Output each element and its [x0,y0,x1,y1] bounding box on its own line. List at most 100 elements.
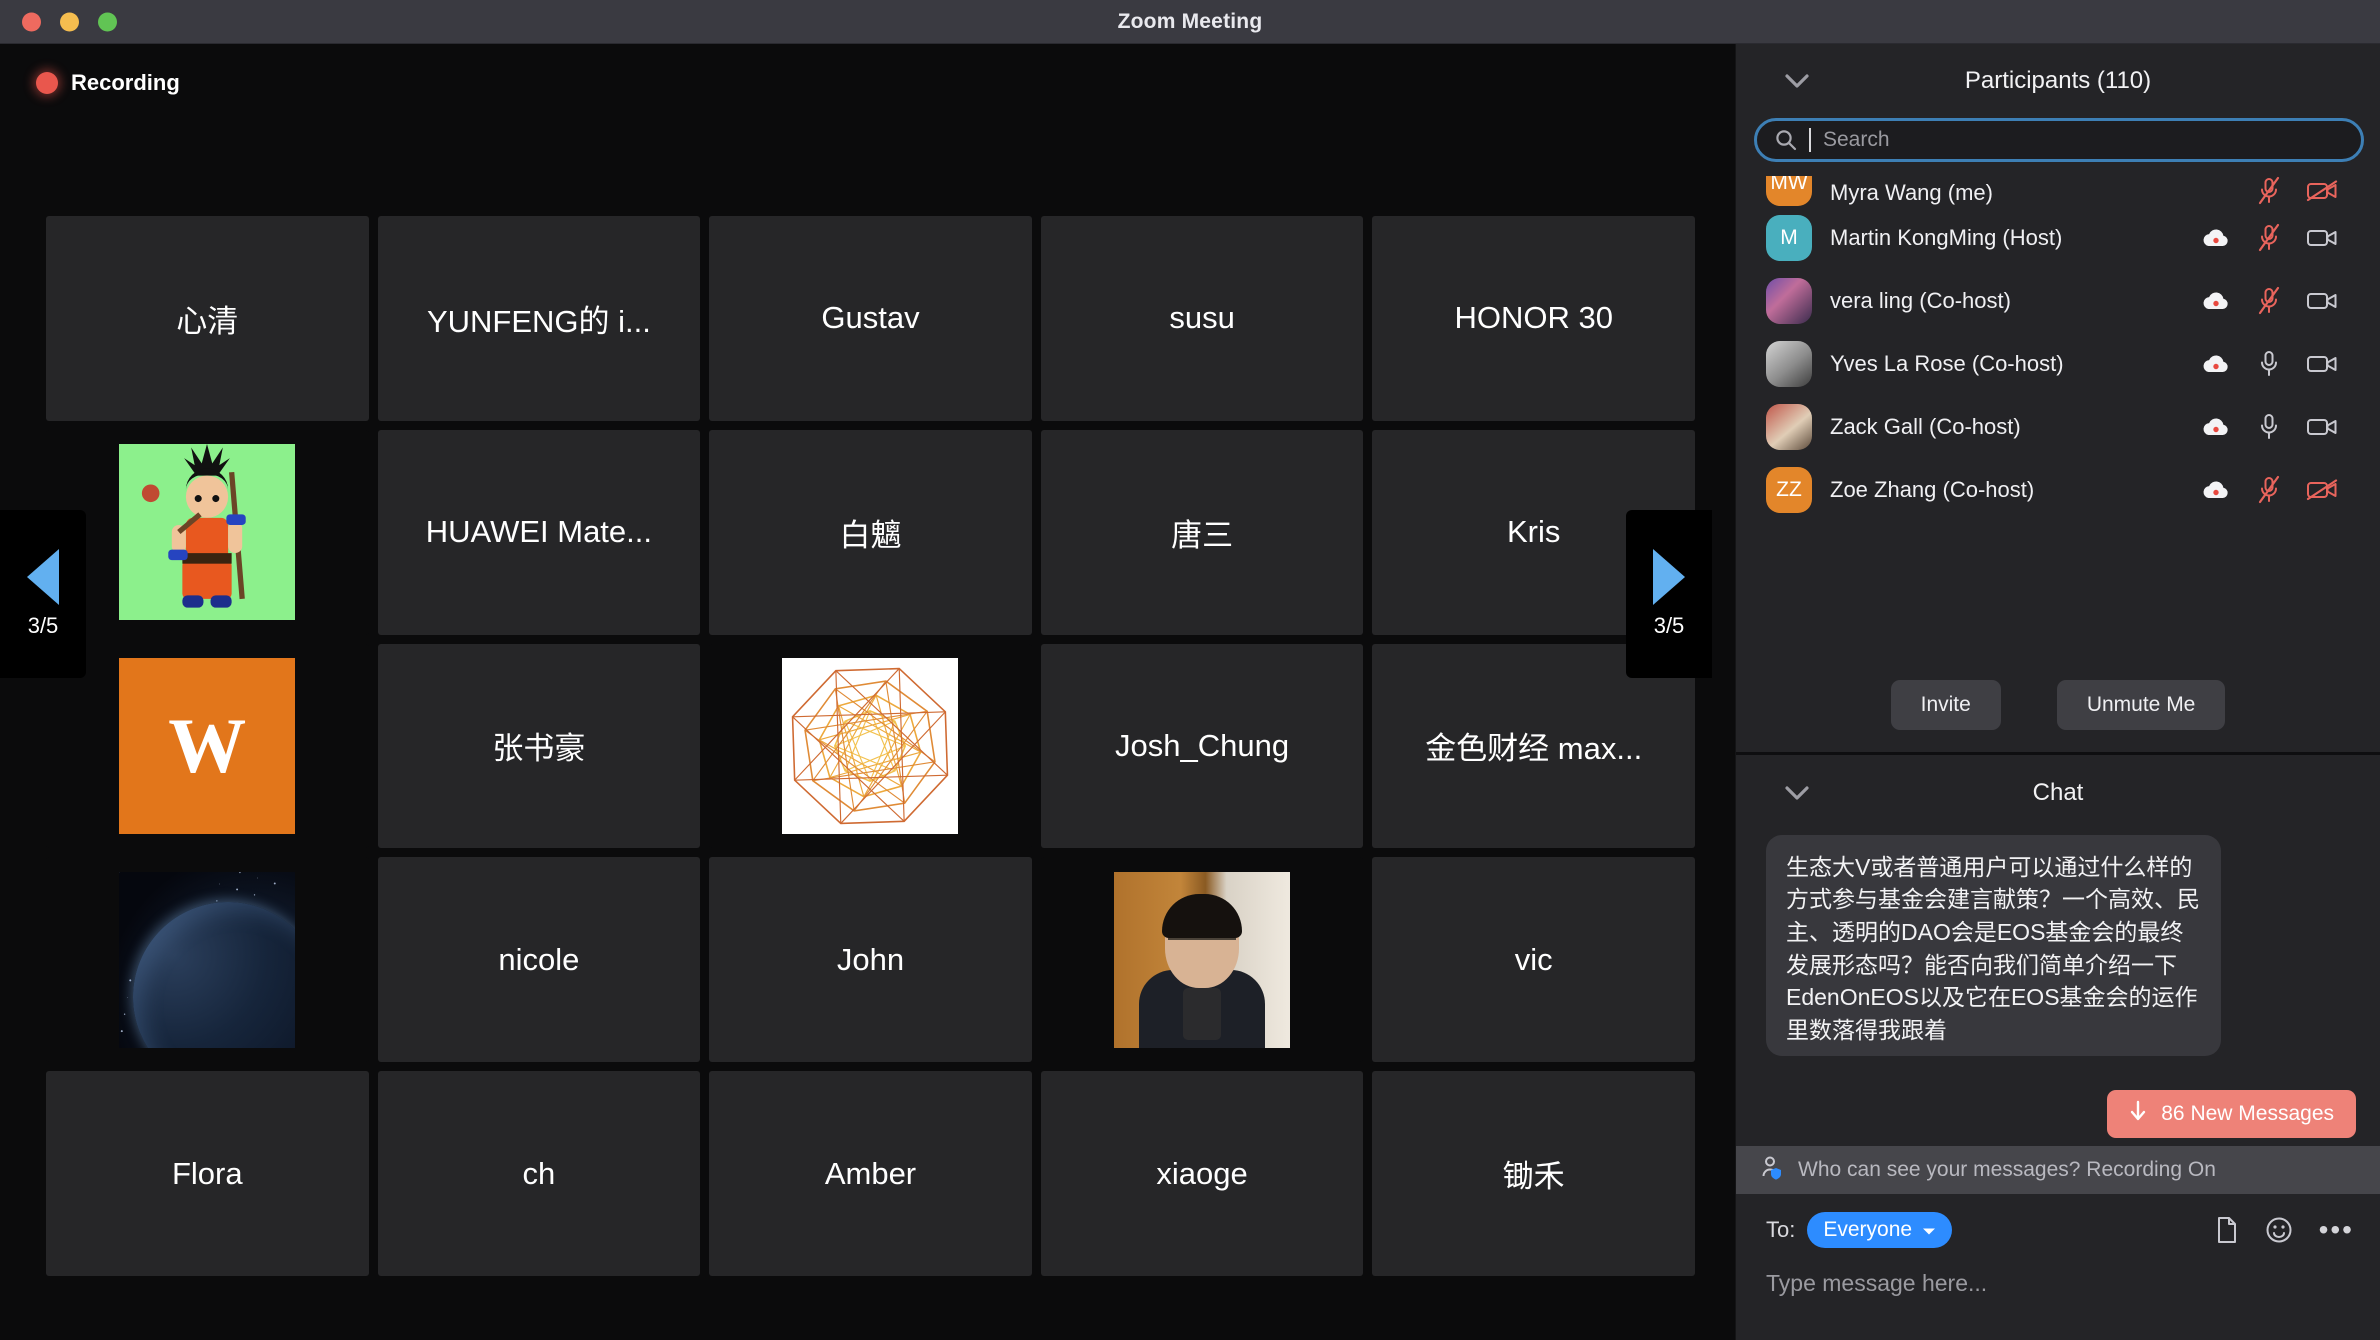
video-tile-name: Kris [1507,514,1561,550]
camera-on-icon[interactable] [2306,227,2338,249]
video-tile[interactable] [1040,857,1364,1063]
video-tile[interactable] [709,643,1032,849]
chat-recipient-row: To: Everyone ••• [1766,1212,2354,1248]
chat-header: Chat [1736,755,2380,831]
video-tile-name: YUNFENG的 i... [426,303,651,339]
arrow-down-icon [2129,1100,2147,1128]
triangle-right-icon [1653,549,1685,605]
microphone-muted-icon[interactable] [2257,176,2281,206]
file-icon[interactable] [2215,1216,2239,1244]
video-tile[interactable]: 张书豪 [377,643,701,849]
video-tile[interactable]: 唐三 [1040,429,1364,635]
new-messages-label: 86 New Messages [2161,1102,2334,1125]
video-tile[interactable]: YUNFENG的 i... [377,216,701,421]
video-tile[interactable]: 锄禾 [1372,1071,1695,1276]
participants-list[interactable]: MW Myra Wang (me) M Martin KongMing (Host) v… [1736,176,2380,659]
participant-status-icons [2200,349,2338,379]
cartoon-character-avatar [119,444,296,621]
chat-compose-icons: ••• [2215,1216,2354,1244]
avatar: M [1766,214,1812,261]
recording-label: Recording [71,70,180,95]
next-page-button[interactable]: 3/5 [1626,510,1712,678]
unmute-me-button[interactable]: Unmute Me [2056,680,2226,731]
participant-name: Martin KongMing (Host) [1830,224,2063,250]
microphone-on-icon[interactable] [2257,412,2281,442]
window-traffic-lights [22,12,117,31]
window-titlebar: Zoom Meeting [0,0,2380,44]
participant-row[interactable]: Zack Gall (Co-host) [1736,395,2372,458]
video-tile[interactable]: Josh_Chung [1040,643,1364,849]
previous-page-button[interactable]: 3/5 [0,510,86,678]
participant-row[interactable]: Yves La Rose (Co-host) [1736,332,2372,395]
video-tile[interactable] [46,857,369,1063]
new-messages-badge[interactable]: 86 New Messages [2107,1090,2356,1138]
participant-name: Yves La Rose (Co-host) [1830,350,2064,376]
video-tile[interactable]: 白魑 [709,429,1032,635]
zoom-meeting-window: Zoom Meeting Recording 心清 YUNFENG的 i... Gu… [0,0,2380,1340]
video-tile[interactable]: Flora [46,1071,369,1276]
close-window-button[interactable] [22,12,41,31]
avatar [1766,277,1812,324]
text-cursor [1809,128,1811,152]
participant-row[interactable]: M Martin KongMing (Host) [1736,206,2372,269]
chat-to-label: To: [1766,1217,1796,1242]
smiley-icon[interactable] [2265,1216,2293,1244]
video-tile[interactable]: ch [377,1071,701,1276]
chevron-down-icon[interactable] [1784,73,1810,89]
video-tile[interactable]: HUAWEI Mate... [377,429,701,635]
video-tile-name: 张书豪 [492,731,586,767]
participant-status-icons [2200,223,2338,253]
camera-off-icon[interactable] [2306,478,2338,501]
search-input[interactable] [1823,128,2343,152]
participant-status-icons [2200,176,2338,206]
video-tile[interactable]: nicole [377,857,701,1063]
participant-status-icons [2200,286,2338,316]
camera-off-icon[interactable] [2306,180,2338,202]
video-tile-name: Josh_Chung [1115,727,1290,763]
ellipsis-icon[interactable]: ••• [2319,1216,2354,1244]
chevron-down-icon[interactable] [1784,785,1810,801]
chat-messages[interactable]: 生态大V或者普通用户可以通过什么样的方式参与基金会建言献策？一个高效、民主、透明… [1736,831,2380,1194]
video-tile[interactable]: 心清 [46,216,369,421]
participant-row[interactable]: vera ling (Co-host) [1736,269,2372,332]
video-tile-name: 锄禾 [1502,1159,1565,1195]
camera-on-icon[interactable] [2306,353,2338,375]
minimize-window-button[interactable] [60,12,79,31]
invite-button[interactable]: Invite [1890,680,2001,731]
camera-on-icon[interactable] [2306,290,2338,312]
video-tile[interactable]: vic [1372,857,1695,1063]
participants-search-box[interactable] [1754,118,2364,162]
participant-video-feed [1114,871,1291,1048]
window-title: Zoom Meeting [1117,9,1263,33]
video-tile[interactable]: Amber [709,1071,1032,1276]
person-shield-icon [1760,1155,1786,1186]
participant-name: Zoe Zhang (Co-host) [1830,476,2035,502]
microphone-muted-icon[interactable] [2257,223,2281,253]
camera-on-icon[interactable] [2306,416,2338,438]
video-tile[interactable]: W [46,643,369,849]
microphone-on-icon[interactable] [2257,349,2281,379]
chat-compose: To: Everyone ••• [1736,1194,2380,1340]
video-tile-name: Gustav [821,300,920,336]
participant-row[interactable]: MW Myra Wang (me) [1736,176,2372,206]
chat-privacy-text: Who can see your messages? Recording On [1798,1158,2216,1181]
maximize-window-button[interactable] [98,12,117,31]
video-tile[interactable]: John [709,857,1032,1063]
video-tile-name: John [836,941,905,977]
caret-down-icon [1922,1218,1936,1242]
video-tile[interactable]: susu [1040,216,1364,421]
microphone-muted-icon[interactable] [2257,286,2281,316]
chat-recipient-dropdown[interactable]: Everyone [1807,1212,1953,1248]
chat-message-input[interactable] [1766,1270,2354,1297]
participant-row[interactable]: ZZ Zoe Zhang (Co-host) [1736,458,2372,521]
avatar: ZZ [1766,466,1812,513]
video-tile[interactable]: xiaoge [1040,1071,1364,1276]
video-tile[interactable]: HONOR 30 [1372,216,1695,421]
avatar: MW [1766,176,1812,206]
microphone-muted-icon[interactable] [2257,475,2281,505]
chat-title: Chat [2032,778,2084,806]
chat-privacy-bar[interactable]: Who can see your messages? Recording On [1736,1146,2380,1194]
video-tile-name: xiaoge [1156,1155,1248,1191]
video-tile[interactable]: Gustav [709,216,1032,421]
video-tile[interactable] [46,429,369,635]
